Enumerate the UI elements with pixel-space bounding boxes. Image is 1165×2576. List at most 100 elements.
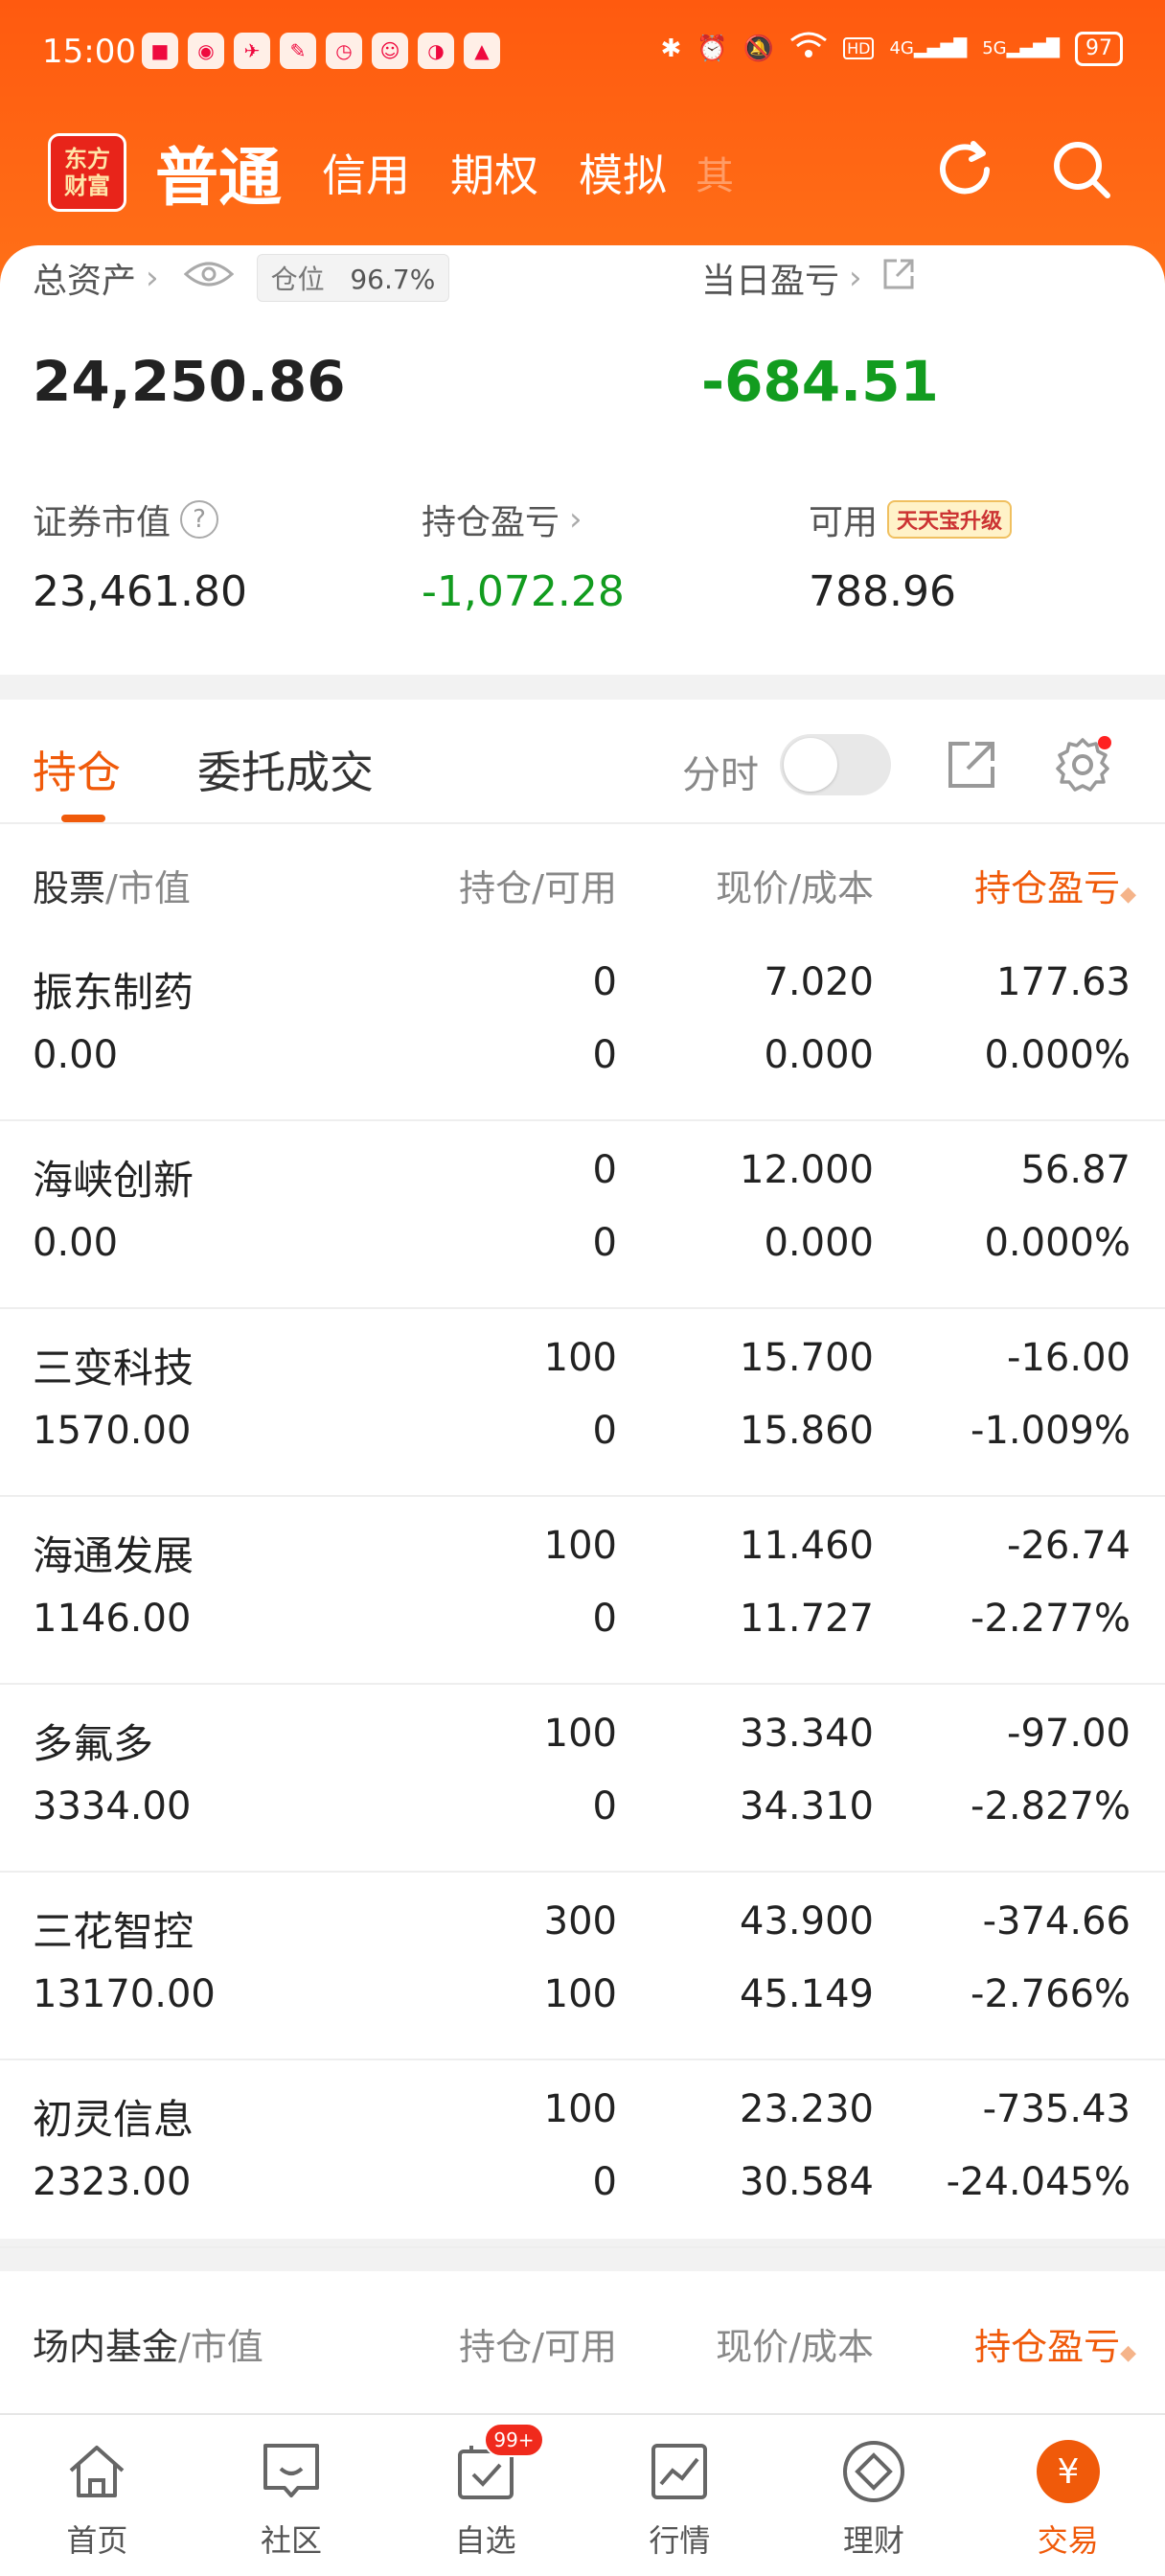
hold-qty: 100 [543,1712,617,1756]
daily-pl-label: 当日盈亏 [701,262,840,301]
holding-pl-percent: -2.766% [971,1972,1131,2016]
holding-pl: -374.66 [982,1899,1131,1944]
nav-watchlist[interactable]: 99+ 自选 [388,2415,582,2576]
market-value-label: 证券市值 [33,503,171,542]
refresh-icon[interactable] [929,134,1000,205]
header-fund-market-value[interactable]: 场内基金/市值 [33,2317,263,2370]
settings-gear-icon[interactable] [1052,734,1113,795]
hold-qty: 300 [543,1899,617,1944]
table-row[interactable]: 振东制药 0.00 0 0 7.020 0.000 177.63 0.000% [0,933,1165,1121]
header-fund-hold-available[interactable]: 持仓/可用 [459,2317,617,2370]
tab-options[interactable]: 期权 [450,141,538,204]
weibo-icon: ◉ [188,33,224,69]
table-row[interactable]: 三变科技 1570.00 100 0 15.700 15.860 -16.00 -1.009% [0,1309,1165,1497]
holding-pl: -16.00 [1007,1336,1131,1380]
nav-market[interactable]: 行情 [582,2415,777,2576]
available-qty: 100 [543,1972,617,2016]
available-qty: 0 [592,1597,617,1641]
cost-price: 34.310 [740,1784,874,1828]
header-fund-price-cost[interactable]: 现价/成本 [716,2317,874,2370]
hold-qty: 0 [592,1148,617,1192]
stock-name: 海通发展 [33,1532,194,1579]
notification-app-icon: ▲ [464,33,500,69]
help-icon[interactable]: ? [180,500,219,539]
active-tab-indicator [61,815,105,822]
trade-icon: ¥ [1033,2436,1104,2507]
hold-qty: 100 [543,1524,617,1568]
hd-icon: HD [843,37,875,59]
position-ratio-badge: 仓位 96.7% [256,254,450,302]
table-row[interactable]: 初灵信息 2323.00 100 0 23.230 30.584 -735.43 -24.04… [0,2060,1165,2248]
holding-pl-row[interactable]: 持仓盈亏 › [422,494,582,544]
available-value: 788.96 [809,567,956,616]
alarm-icon: ⏰ [697,34,728,63]
search-icon[interactable] [1046,134,1117,205]
signal-5g-icon: 5G▂▄▆█ [982,38,1060,58]
market-icon [644,2436,715,2507]
total-assets-value: 24,250.86 [33,349,346,414]
holdings-panel: 持仓 委托成交 分时 股票/市值 持仓/可用 现价/成本 持仓盈亏◆ 振东制药 0… [0,700,1165,2248]
bluetooth-icon: ✱ [660,34,682,63]
notification-app-icon: ✎ [280,33,316,69]
cost-price: 30.584 [740,2160,874,2204]
chevron-right-icon: › [569,500,582,539]
total-assets-label: 总资产 [33,262,137,301]
cost-price: 15.860 [740,1409,874,1453]
stock-name: 初灵信息 [33,2096,194,2143]
nav-home[interactable]: 首页 [0,2415,194,2576]
current-price: 15.700 [740,1336,874,1380]
battery-icon: 97 [1075,31,1123,66]
available-row: 可用 天天宝升级 [809,494,1013,544]
nav-wealth[interactable]: 理财 [777,2415,971,2576]
eastmoney-logo[interactable]: 东方 财富 [48,133,126,212]
available-qty: 0 [592,2160,617,2204]
export-icon[interactable] [941,734,1002,795]
sort-icon: ◆ [1120,2341,1136,2365]
nav-trade[interactable]: ¥ 交易 [971,2415,1165,2576]
intraday-toggle-label: 分时 [682,753,759,797]
tab-credit[interactable]: 信用 [322,141,410,204]
tab-more[interactable]: 其 [696,145,734,200]
status-time: 15:00 [42,33,136,71]
header-price-cost[interactable]: 现价/成本 [716,859,874,911]
stock-name: 振东制药 [33,969,194,1016]
holdings-tabs: 持仓 委托成交 分时 [0,700,1165,824]
asset-summary-card: 总资产 › 仓位 96.7% 当日盈亏 › 24,250.86 -684.51 … [0,245,1165,675]
eye-icon[interactable] [183,259,234,298]
table-row[interactable]: 海通发展 1146.00 100 0 11.460 11.727 -26.74 -2.277% [0,1497,1165,1685]
header-fund-holding-pl[interactable]: 持仓盈亏◆ [974,2317,1136,2370]
table-row[interactable]: 三花智控 13170.00 300 100 43.900 45.149 -374.66 -2.… [0,1873,1165,2060]
table-row[interactable]: 多氟多 3334.00 100 0 33.340 34.310 -97.00 -2.827% [0,1685,1165,1873]
nav-community[interactable]: 社区 [194,2415,389,2576]
market-value: 0.00 [33,1221,119,1265]
current-price: 43.900 [740,1899,874,1944]
share-icon[interactable] [881,257,916,300]
toggle-knob [784,738,837,792]
cost-price: 11.727 [740,1597,874,1641]
notification-app-icon: ✈ [234,33,270,69]
header-holding-pl[interactable]: 持仓盈亏◆ [974,859,1136,911]
holding-pl: -26.74 [1007,1524,1131,1568]
signal-4g-icon: 4G▂▄▆█ [889,38,968,58]
current-price: 33.340 [740,1712,874,1756]
market-value: 0.00 [33,1033,119,1077]
holding-pl-percent: -24.045% [946,2160,1131,2204]
table-row[interactable]: 海峡创新 0.00 0 0 12.000 0.000 56.87 0.000% [0,1121,1165,1309]
total-assets-row[interactable]: 总资产 › 仓位 96.7% [33,253,450,303]
tab-normal[interactable]: 普通 [155,126,282,218]
stock-name: 多氟多 [33,1720,154,1767]
header-stock-market-value[interactable]: 股票/市值 [33,859,191,911]
daily-pl-row[interactable]: 当日盈亏 › [701,253,916,303]
header-hold-available[interactable]: 持仓/可用 [459,859,617,911]
intraday-toggle[interactable] [780,734,891,795]
current-price: 7.020 [764,960,874,1004]
holdings-table-header: 股票/市值 持仓/可用 现价/成本 持仓盈亏◆ [0,828,1165,933]
market-value: 23,461.80 [33,567,247,616]
tiantianbao-upgrade-badge[interactable]: 天天宝升级 [887,500,1013,539]
tab-orders-trades[interactable]: 委托成交 [197,738,374,801]
status-indicators: ✱ ⏰ 🔕 HD 4G▂▄▆█ 5G▂▄▆█ 97 [661,31,1123,66]
tab-positions[interactable]: 持仓 [33,738,121,801]
current-price: 12.000 [740,1148,874,1192]
tab-simulation[interactable]: 模拟 [579,141,667,204]
holding-pl: 177.63 [996,960,1131,1004]
